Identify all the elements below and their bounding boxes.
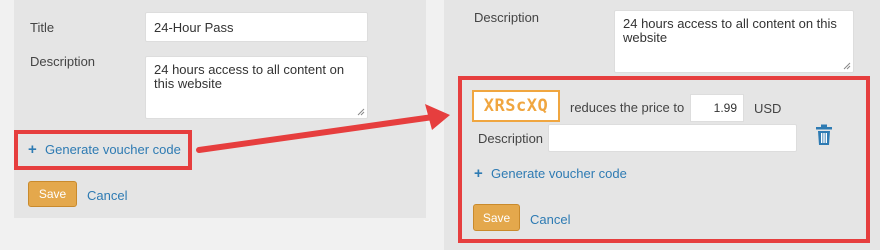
- arrow-icon: [196, 104, 450, 153]
